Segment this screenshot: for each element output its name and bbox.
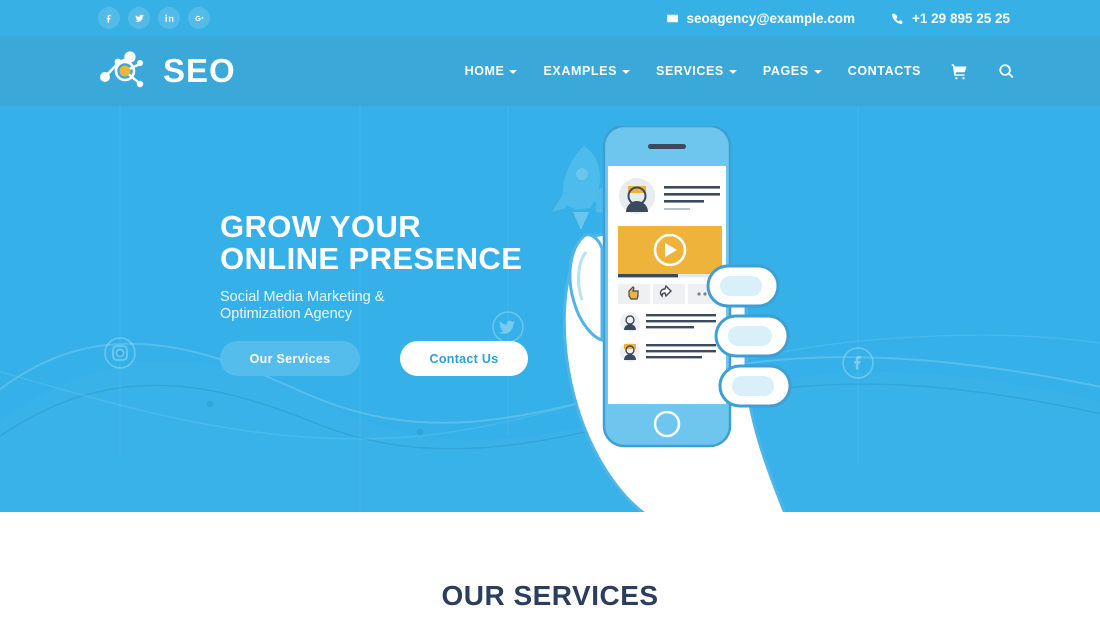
- shopping-cart-icon: [951, 63, 967, 79]
- social-link-facebook[interactable]: [98, 7, 120, 29]
- hero-title: GROW YOUR ONLINE PRESENCE: [220, 211, 550, 275]
- nav-item-contacts[interactable]: CONTACTS: [848, 64, 921, 78]
- hero-subtitle-line-2: Optimization Agency: [220, 306, 353, 322]
- facebook-icon: [106, 14, 111, 23]
- logo[interactable]: SEO: [95, 49, 236, 93]
- chevron-down-icon: [813, 70, 822, 74]
- nav-item-home[interactable]: HOME: [465, 64, 518, 78]
- social-links: [98, 7, 210, 29]
- hero-subtitle: Social Media Marketing & Optimization Ag…: [220, 289, 550, 323]
- logo-text: SEO: [163, 52, 236, 89]
- contact-us-button[interactable]: Contact Us: [400, 341, 528, 376]
- hero-title-line-2: ONLINE PRESENCE: [220, 241, 523, 276]
- googleplus-icon: [194, 15, 204, 21]
- fingers: [706, 264, 792, 408]
- social-link-linkedin[interactable]: [158, 7, 180, 29]
- nav-item-contacts-label: CONTACTS: [847, 64, 921, 78]
- hero-title-line-1: GROW YOUR: [220, 209, 422, 244]
- social-link-twitter[interactable]: [128, 7, 150, 29]
- cart-button[interactable]: [951, 63, 968, 80]
- linkedin-icon: [164, 14, 173, 22]
- network-nodes-icon: [100, 51, 144, 88]
- twitter-icon: [134, 14, 144, 22]
- nav-item-pages[interactable]: PAGES: [763, 64, 822, 78]
- contact-info: seoagency@example.com +1 29 895 25 25: [666, 11, 1010, 26]
- top-bar: seoagency@example.com +1 29 895 25 25: [0, 0, 1100, 36]
- chevron-down-icon: [728, 70, 737, 74]
- nav-actions: [951, 63, 1015, 80]
- chevron-down-icon: [509, 70, 518, 74]
- hand-holding-phone-illustration: [540, 124, 880, 512]
- hero-cta-group: Our Services Contact Us: [220, 341, 528, 376]
- envelope-icon: [666, 14, 678, 22]
- hero-copy: GROW YOUR ONLINE PRESENCE Social Media M…: [220, 211, 550, 323]
- post-actions: [618, 284, 722, 304]
- contact-email-text: seoagency@example.com: [686, 10, 856, 26]
- services-section: OUR SERVICES: [0, 512, 1100, 640]
- nav-item-examples-label: EXAMPLES: [543, 64, 618, 78]
- chevron-down-icon: [622, 70, 631, 74]
- nav-item-services[interactable]: SERVICES: [656, 64, 737, 78]
- social-link-googleplus[interactable]: [188, 7, 210, 29]
- nav-menu: HOME EXAMPLES SERVICES PAGES CONTACTS: [465, 64, 921, 78]
- nav-item-examples[interactable]: EXAMPLES: [543, 64, 631, 78]
- contact-email[interactable]: seoagency@example.com: [666, 10, 856, 26]
- services-title: OUR SERVICES: [441, 580, 659, 611]
- phone-icon: [892, 13, 903, 24]
- search-icon: [999, 63, 1014, 78]
- hero-subtitle-line-1: Social Media Marketing &: [220, 289, 385, 305]
- our-services-button[interactable]: Our Services: [220, 341, 360, 376]
- nav-item-services-label: SERVICES: [656, 64, 724, 78]
- main-navigation-bar: SEO HOME EXAMPLES SERVICES PAGES CONTACT…: [0, 36, 1100, 106]
- contact-phone[interactable]: +1 29 895 25 25: [891, 11, 1010, 26]
- hero-section: GROW YOUR ONLINE PRESENCE Social Media M…: [0, 106, 1100, 512]
- nav-item-pages-label: PAGES: [762, 64, 809, 78]
- contact-phone-text: +1 29 895 25 25: [912, 10, 1010, 26]
- search-button[interactable]: [998, 63, 1015, 80]
- nav-item-home-label: HOME: [464, 64, 505, 78]
- share-button: [653, 284, 685, 304]
